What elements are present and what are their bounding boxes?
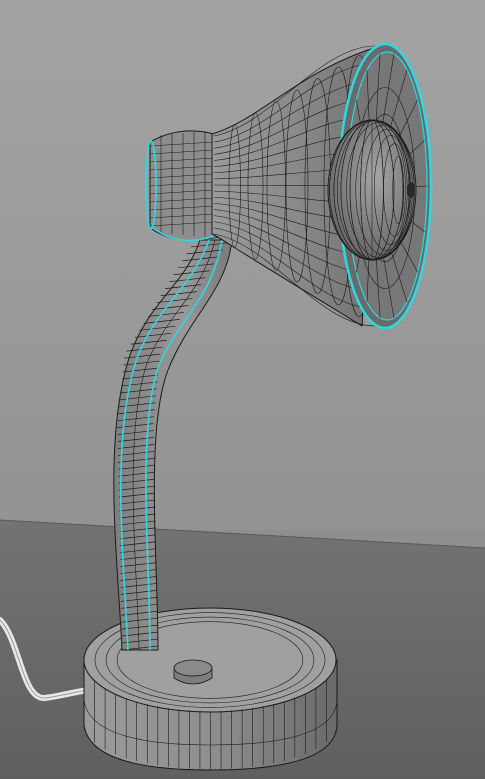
light-bulb	[327, 119, 417, 261]
viewport[interactable]	[0, 0, 485, 779]
render-canvas	[0, 0, 485, 779]
base-knob[interactable]	[173, 659, 213, 685]
